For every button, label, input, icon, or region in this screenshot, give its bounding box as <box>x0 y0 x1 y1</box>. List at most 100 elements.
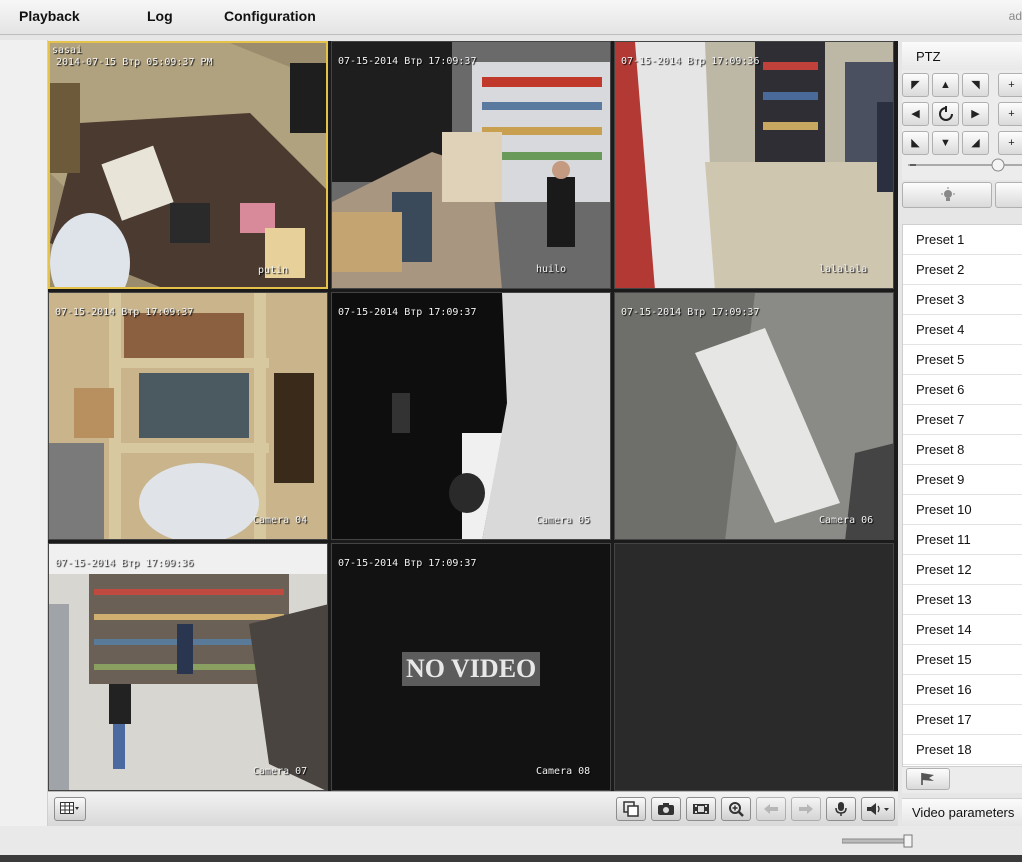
ptz-title: PTZ <box>916 49 941 64</box>
camera-cell-9[interactable] <box>614 543 894 791</box>
film-record-icon <box>693 804 709 814</box>
microphone-icon <box>835 802 847 816</box>
preset-item[interactable]: Preset 2 <box>903 255 1022 285</box>
camera-7-feed <box>49 544 327 790</box>
zoom-in-icon <box>729 802 744 817</box>
camera-7-timestamp: 07-15-2014 Втр 17:09:36 <box>55 558 194 569</box>
camera-5-label: Camera 05 <box>536 515 591 526</box>
camera-cell-2[interactable]: 07-15-2014 Втр 17:09:37 huilo <box>331 41 611 289</box>
arrow-left-icon <box>764 804 778 814</box>
preset-item[interactable]: Preset 1 <box>903 225 1022 255</box>
preset-item[interactable]: Preset 4 <box>903 315 1022 345</box>
camera-4-timestamp: 07-15-2014 Втр 17:09:37 <box>55 307 194 318</box>
camera-5-feed <box>332 293 610 539</box>
window-button[interactable] <box>616 797 646 821</box>
preset-list: Preset 1 Preset 2 Preset 3 Preset 4 Pres… <box>902 224 1022 767</box>
preset-item[interactable]: Preset 9 <box>903 465 1022 495</box>
left-gutter <box>0 40 48 826</box>
camera-6-label: Camera 06 <box>819 515 874 526</box>
preset-item[interactable]: Preset 13 <box>903 585 1022 615</box>
grid-layout-icon <box>60 802 79 814</box>
camera-4-label: Camera 04 <box>253 515 308 526</box>
ptz-up-right-button[interactable]: ◥ <box>962 73 989 97</box>
light-bulb-icon <box>941 187 955 201</box>
zoom-plus-button[interactable]: + <box>998 73 1022 97</box>
record-button[interactable] <box>686 797 716 821</box>
preset-item[interactable]: Preset 16 <box>903 675 1022 705</box>
preset-item[interactable]: Preset 5 <box>903 345 1022 375</box>
preset-actions-row <box>902 766 1022 793</box>
status-bar <box>0 826 1022 862</box>
menu-playback[interactable]: Playback <box>19 8 80 24</box>
preset-item[interactable]: Preset 12 <box>903 555 1022 585</box>
ptz-auto-button[interactable] <box>932 102 959 126</box>
camera-cell-8[interactable]: 07-15-2014 Втр 17:09:37 NO VIDEO Camera … <box>331 543 611 791</box>
video-parameters-header[interactable]: Video parameters <box>902 798 1022 828</box>
preset-item[interactable]: Preset 15 <box>903 645 1022 675</box>
camera-cell-7[interactable]: 07-15-2014 Втр 17:09:36 Camera 07 <box>48 543 328 791</box>
iris-plus-button[interactable]: + <box>998 131 1022 155</box>
camera-snapshot-icon <box>658 803 674 815</box>
audio-button[interactable] <box>861 797 895 821</box>
camera-grid: sasai 2014-07-15 Втр 05:09:37 PM putin 0… <box>48 41 898 791</box>
camera-2-label: huilo <box>536 264 567 275</box>
window-icon <box>623 801 639 817</box>
arrow-right-icon <box>799 804 813 814</box>
ptz-aux-row <box>902 180 1022 210</box>
camera-4-feed <box>49 293 327 539</box>
volume-slider[interactable] <box>842 834 914 848</box>
menu-configuration[interactable]: Configuration <box>224 8 316 24</box>
layout-button[interactable] <box>54 797 86 821</box>
focus-plus-button[interactable]: + <box>998 102 1022 126</box>
preset-item[interactable]: Preset 8 <box>903 435 1022 465</box>
camera-1-timestamp: 2014-07-15 Втр 05:09:37 PM <box>56 57 213 68</box>
camera-1-label: putin <box>258 265 289 276</box>
ptz-down-left-button[interactable]: ◣ <box>902 131 929 155</box>
camera-3-label: lalalala <box>819 264 868 275</box>
ptz-down-right-button[interactable]: ◢ <box>962 131 989 155</box>
preset-item[interactable]: Preset 10 <box>903 495 1022 525</box>
preview-toolbar <box>48 791 898 827</box>
status-bar-strip <box>0 855 1022 862</box>
ptz-panel-header[interactable]: PTZ <box>902 42 1022 71</box>
snapshot-button[interactable] <box>651 797 681 821</box>
camera-1-osd-top: sasai <box>52 45 83 56</box>
ptz-right-button[interactable]: ▶ <box>962 102 989 126</box>
camera-2-feed <box>332 42 610 288</box>
camera-cell-4[interactable]: 07-15-2014 Втр 17:09:37 Camera 04 <box>48 292 328 540</box>
camera-cell-3[interactable]: 07-15-2014 Втр 17:09:36 lalalala <box>614 41 894 289</box>
ptz-up-button[interactable]: ▲ <box>932 73 959 97</box>
patrol-button[interactable] <box>906 768 950 790</box>
menu-log[interactable]: Log <box>147 8 173 24</box>
previous-page-button[interactable] <box>756 797 786 821</box>
camera-cell-1[interactable]: sasai 2014-07-15 Втр 05:09:37 PM putin <box>48 41 328 289</box>
preset-item[interactable]: Preset 3 <box>903 285 1022 315</box>
preset-item[interactable]: Preset 18 <box>903 735 1022 765</box>
preset-item[interactable]: Preset 14 <box>903 615 1022 645</box>
ptz-speed-slider[interactable] <box>906 158 1022 172</box>
digital-zoom-button[interactable] <box>721 797 751 821</box>
preset-item[interactable]: Preset 11 <box>903 525 1022 555</box>
preset-item[interactable]: Preset 7 <box>903 405 1022 435</box>
camera-6-feed <box>615 293 893 539</box>
camera-8-timestamp: 07-15-2014 Втр 17:09:37 <box>338 558 477 569</box>
camera-1-feed <box>50 43 326 287</box>
ptz-down-button[interactable]: ▼ <box>932 131 959 155</box>
next-page-button[interactable] <box>791 797 821 821</box>
camera-2-timestamp: 07-15-2014 Втр 17:09:37 <box>338 56 477 67</box>
camera-cell-6[interactable]: 07-15-2014 Втр 17:09:37 Camera 06 <box>614 292 894 540</box>
auto-rotate-icon <box>939 106 953 121</box>
wiper-button[interactable] <box>995 182 1022 208</box>
preset-item[interactable]: Preset 17 <box>903 705 1022 735</box>
camera-5-timestamp: 07-15-2014 Втр 17:09:37 <box>338 307 477 318</box>
preset-item[interactable]: Preset 6 <box>903 375 1022 405</box>
user-name[interactable]: ad <box>1009 9 1022 23</box>
camera-7-label: Camera 07 <box>253 766 308 777</box>
ptz-left-button[interactable]: ◀ <box>902 102 929 126</box>
ptz-up-left-button[interactable]: ◤ <box>902 73 929 97</box>
microphone-button[interactable] <box>826 797 856 821</box>
light-button[interactable] <box>902 182 992 208</box>
camera-cell-5[interactable]: 07-15-2014 Втр 17:09:37 Camera 05 <box>331 292 611 540</box>
speaker-icon <box>867 803 889 815</box>
top-menu-bar: Playback Log Configuration ad <box>0 0 1022 35</box>
